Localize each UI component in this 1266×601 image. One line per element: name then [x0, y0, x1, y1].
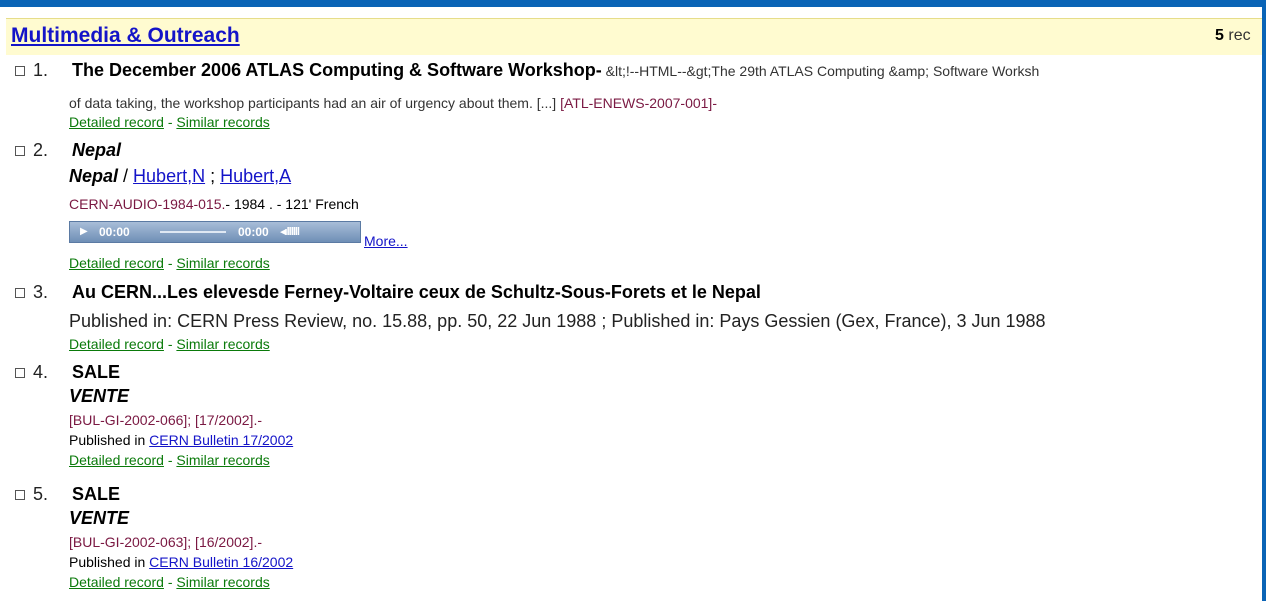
record-2-meta: CERN-AUDIO-1984-015.- 1984 . - 121' Fren…	[69, 196, 359, 212]
collection-header: Multimedia & Outreach 5 rec	[6, 18, 1262, 55]
bulletin-link-5[interactable]: CERN Bulletin 16/2002	[149, 554, 293, 570]
record-5-published: Published in CERN Bulletin 16/2002	[69, 554, 293, 570]
action-separator-4: -	[167, 452, 173, 468]
record-3-published: Published in: CERN Press Review, no. 15.…	[69, 311, 1046, 331]
action-separator-1: -	[167, 114, 173, 130]
record-1-reference: [ATL-ENEWS-2007-001]-	[560, 95, 717, 111]
record-1-snippet-text: of data taking, the workshop participant…	[69, 95, 561, 111]
record-title-1: The December 2006 ATLAS Computing & Soft…	[72, 60, 602, 80]
records-count-label: rec	[1228, 27, 1251, 44]
record-2-reference: CERN-AUDIO-1984-015.	[69, 196, 226, 212]
record-title-2-text: Nepal	[72, 140, 122, 160]
record-subtitle-4-text: VENTE	[69, 386, 130, 406]
record-1-actions: Detailed record - Similar records	[69, 114, 270, 130]
action-separator-2: -	[167, 255, 173, 271]
record-2-actions: Detailed record - Similar records	[69, 255, 270, 271]
detailed-record-link-1[interactable]: Detailed record	[69, 114, 164, 130]
record-5-reference: [BUL-GI-2002-063]; [16/2002].-	[69, 534, 262, 550]
record-5-published-prefix: Published in	[69, 554, 150, 570]
record-1-snippet: &lt;!--HTML--&gt;The 29th ATLAS Computin…	[601, 63, 1040, 79]
record-4-actions: Detailed record - Similar records	[69, 452, 270, 468]
record-2-authors-line: Nepal / Hubert,N ; Hubert,A	[69, 166, 291, 187]
similar-records-link-2[interactable]: Similar records	[176, 255, 269, 271]
record-title-5: SALE	[72, 484, 121, 504]
record-checkbox-3[interactable]	[15, 288, 25, 298]
action-separator-3: -	[167, 336, 173, 352]
record-number-3: 3.	[33, 282, 49, 302]
detailed-record-link-2[interactable]: Detailed record	[69, 255, 164, 271]
collection-title-link[interactable]: Multimedia & Outreach	[11, 24, 240, 48]
record-checkbox-4[interactable]	[15, 368, 25, 378]
author-link-1[interactable]: Hubert,N	[133, 166, 205, 186]
record-1-snippet-line2: of data taking, the workshop participant…	[69, 95, 1259, 111]
record-3-actions: Detailed record - Similar records	[69, 336, 270, 352]
record-number-2: 2.	[33, 140, 49, 160]
play-icon[interactable]: ▶	[80, 226, 88, 237]
player-elapsed-time: 00:00	[99, 225, 130, 239]
record-title-2: Nepal	[72, 140, 121, 161]
record-4-published-prefix: Published in	[69, 432, 150, 448]
record-4-reference: [BUL-GI-2002-066]; [17/2002].-	[69, 412, 262, 428]
records-count-number: 5	[1215, 27, 1224, 44]
detailed-record-link-5[interactable]: Detailed record	[69, 574, 164, 590]
record-1-title-line: The December 2006 ATLAS Computing & Soft…	[72, 60, 1262, 81]
record-4-published: Published in CERN Bulletin 17/2002	[69, 432, 293, 448]
similar-records-link-5[interactable]: Similar records	[176, 574, 269, 590]
record-subtitle-5-text: VENTE	[69, 508, 130, 528]
audio-player[interactable]: ▶ 00:00 00:00 ◂ıllllll	[69, 221, 361, 243]
record-title-4: SALE	[72, 362, 121, 382]
record-2-meta-text: - 1984 . - 121' French	[225, 196, 359, 212]
player-progress-bar[interactable]	[160, 231, 226, 233]
bulletin-link-4[interactable]: CERN Bulletin 17/2002	[149, 432, 293, 448]
record-2-author-separator: ;	[205, 166, 221, 186]
record-number-4: 4.	[33, 362, 49, 382]
player-total-time: 00:00	[238, 225, 269, 239]
record-5-actions: Detailed record - Similar records	[69, 574, 270, 590]
similar-records-link-4[interactable]: Similar records	[176, 452, 269, 468]
record-title-3: Au CERN...Les elevesde Ferney-Voltaire c…	[72, 282, 761, 302]
detailed-record-link-3[interactable]: Detailed record	[69, 336, 164, 352]
window-top-border	[0, 0, 1266, 7]
record-number-5: 5.	[33, 484, 49, 504]
more-link[interactable]: More...	[364, 233, 408, 249]
record-checkbox-5[interactable]	[15, 490, 25, 500]
detailed-record-link-4[interactable]: Detailed record	[69, 452, 164, 468]
record-checkbox-2[interactable]	[15, 146, 25, 156]
volume-icon[interactable]: ◂ıllllll	[280, 225, 300, 238]
record-2-subtitle: Nepal	[69, 166, 119, 186]
action-separator-5: -	[167, 574, 173, 590]
author-link-2[interactable]: Hubert,A	[220, 166, 291, 186]
similar-records-link-3[interactable]: Similar records	[176, 336, 269, 352]
record-subtitle-5: VENTE	[69, 508, 129, 529]
similar-records-link-1[interactable]: Similar records	[176, 114, 269, 130]
records-count: 5 rec	[1215, 27, 1251, 45]
record-checkbox-1[interactable]	[15, 66, 25, 76]
record-number-1: 1.	[33, 60, 49, 80]
record-2-slash: /	[118, 166, 134, 186]
record-subtitle-4: VENTE	[69, 386, 129, 407]
window-right-border	[1262, 0, 1266, 601]
